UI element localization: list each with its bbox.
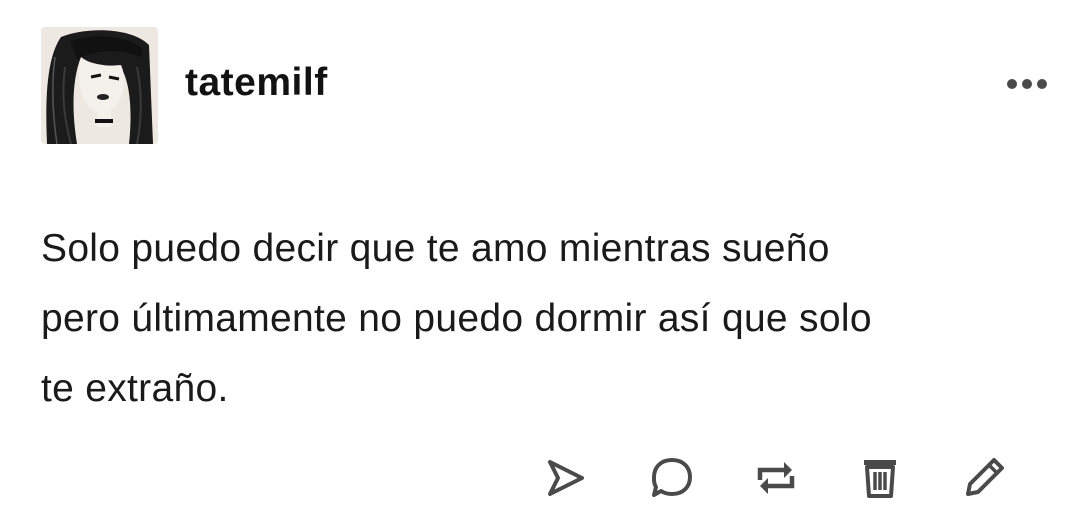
pencil-icon: [966, 458, 1004, 496]
delete-button[interactable]: [852, 450, 908, 506]
username[interactable]: tatemilf: [185, 60, 328, 106]
send-icon: [548, 460, 584, 496]
avatar-image: [41, 27, 158, 144]
edit-button[interactable]: [956, 450, 1012, 506]
post-actions: [530, 450, 1030, 510]
reblog-button[interactable]: [748, 450, 804, 506]
avatar[interactable]: [41, 27, 158, 144]
trash-icon: [864, 460, 896, 498]
share-button[interactable]: [536, 450, 592, 506]
more-options-button[interactable]: [1000, 68, 1056, 100]
post-text: Solo puedo decir que te amo mientras sue…: [41, 227, 872, 410]
comment-icon: [652, 458, 692, 497]
more-horizontal-icon: [1007, 79, 1047, 89]
reblog-icon: [757, 462, 795, 494]
post-card: tatemilf Solo puedo decir que te amo mie…: [0, 0, 1080, 530]
reply-button[interactable]: [644, 450, 700, 506]
